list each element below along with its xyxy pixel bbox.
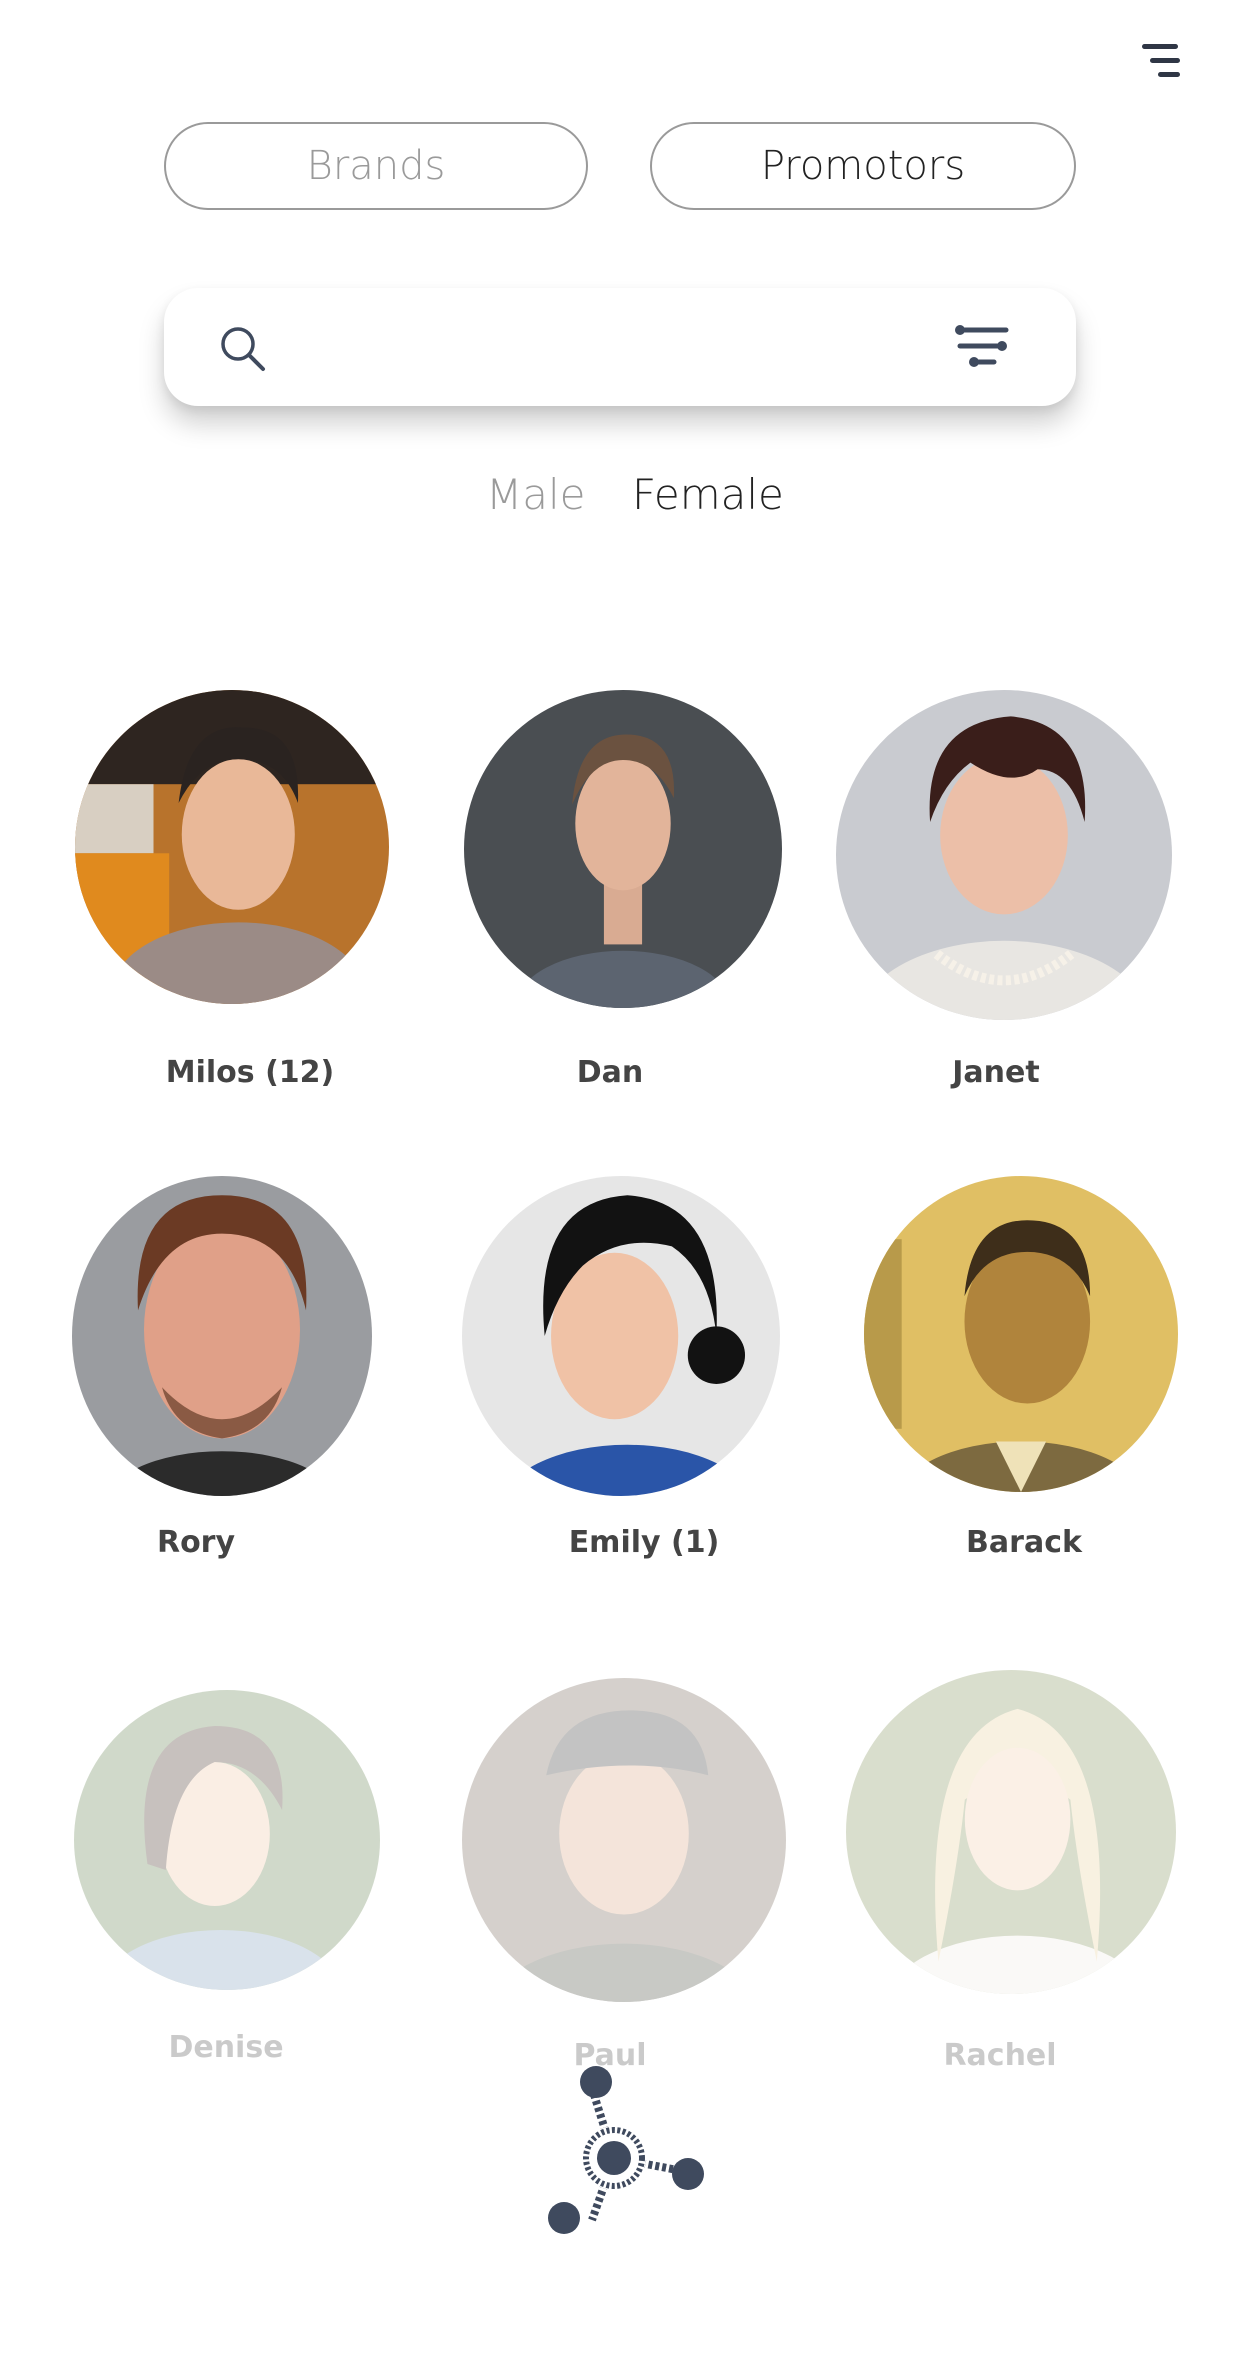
avatar <box>836 690 1172 1020</box>
hamburger-menu-icon <box>1142 44 1180 77</box>
tab-promotors[interactable]: Promotors <box>650 122 1076 210</box>
tab-brands[interactable]: Brands <box>164 122 588 210</box>
avatar <box>462 1678 786 2002</box>
avatar <box>864 1176 1178 1492</box>
search-input[interactable] <box>294 312 938 384</box>
menu-button[interactable] <box>1140 40 1184 84</box>
person-name: Rachel <box>943 2038 1057 2073</box>
person-name: Rory <box>156 1525 236 1560</box>
person-name: Denise <box>168 2030 284 2065</box>
person-name: Emily (1) <box>568 1525 720 1560</box>
person-name: Milos (12) <box>165 1055 335 1090</box>
network-logo-icon <box>548 2066 704 2234</box>
gender-male-toggle[interactable]: Male <box>486 470 585 519</box>
search-icon[interactable] <box>216 322 268 374</box>
network-logo-button[interactable] <box>540 2062 720 2242</box>
avatar <box>846 1670 1176 1994</box>
avatar <box>75 690 389 1004</box>
filter-icon[interactable] <box>954 318 1014 374</box>
avatar <box>74 1690 380 1990</box>
avatar <box>464 690 782 1008</box>
avatar <box>72 1176 372 1496</box>
person-name: Dan <box>576 1055 644 1090</box>
gender-female-toggle[interactable]: Female <box>632 470 784 519</box>
search-bar <box>164 288 1076 406</box>
avatar <box>462 1176 780 1496</box>
person-name: Barack <box>966 1525 1082 1560</box>
person-name: Janet <box>952 1055 1040 1090</box>
